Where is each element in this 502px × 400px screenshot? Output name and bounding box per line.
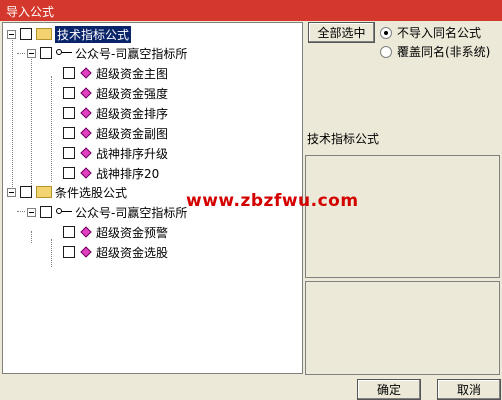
collapse-toggle[interactable]	[7, 29, 16, 39]
checkbox[interactable]	[63, 167, 75, 179]
tree-node-formula[interactable]: 战神排序升级	[63, 144, 168, 162]
tree-node-label: 条件选股公式	[55, 185, 128, 200]
checkbox[interactable]	[63, 107, 75, 119]
tree-line	[51, 76, 52, 182]
tree-line	[12, 37, 13, 195]
tree-node-formula[interactable]: 超级资金排序	[63, 104, 168, 122]
checkbox[interactable]	[63, 226, 75, 238]
formula-icon	[80, 127, 92, 139]
checkbox[interactable]	[20, 28, 32, 40]
select-all-button[interactable]: 全部选中	[308, 22, 375, 43]
radio-no-import[interactable]: 不导入同名公式	[380, 24, 481, 41]
tree-line	[17, 211, 25, 212]
tree-node-group[interactable]: 公众号-司赢空指标所	[27, 203, 187, 221]
watermark-text: www.zbzfwu.com	[186, 191, 359, 211]
tree-node-label: 超级资金排序	[96, 106, 169, 121]
radio-dot[interactable]	[380, 45, 392, 58]
tree-node-formula[interactable]: 超级资金强度	[63, 84, 168, 102]
tree-line	[51, 239, 52, 267]
tree-node-label: 超级资金强度	[96, 86, 169, 101]
tree-node-label: 公众号-司赢空指标所	[75, 46, 188, 61]
tree-node-formula[interactable]: 超级资金预警	[63, 223, 168, 241]
checkbox[interactable]	[40, 206, 52, 218]
key-icon	[56, 206, 72, 218]
key-icon	[56, 47, 72, 59]
formula-icon	[80, 246, 92, 258]
tree-node-condition[interactable]: 条件选股公式	[7, 183, 127, 201]
formula-icon	[80, 167, 92, 179]
tree-node-formula[interactable]: 超级资金选股	[63, 243, 168, 261]
radio-dot[interactable]	[380, 26, 392, 39]
collapse-toggle[interactable]	[27, 207, 36, 217]
info-label: 技术指标公式	[307, 132, 380, 146]
tree-line	[31, 56, 32, 186]
tree-node-label: 技术指标公式	[55, 25, 132, 43]
title-bar: 导入公式	[0, 0, 502, 21]
tree-node-label: 战神排序20	[96, 166, 160, 181]
checkbox[interactable]	[40, 47, 52, 59]
tree-node-label: 超级资金选股	[96, 245, 169, 260]
collapse-toggle[interactable]	[27, 48, 36, 58]
checkbox[interactable]	[20, 186, 32, 198]
tree-line	[17, 53, 25, 54]
ok-button[interactable]: 确定	[357, 379, 421, 400]
tree-node-formula[interactable]: 战神排序20	[63, 164, 159, 182]
tree-node-formula[interactable]: 超级资金主图	[63, 64, 168, 82]
tree-line	[31, 231, 32, 243]
formula-icon	[80, 107, 92, 119]
description-panel	[305, 155, 500, 278]
formula-icon	[80, 87, 92, 99]
tree-node-formula[interactable]: 超级资金副图	[63, 124, 168, 142]
checkbox[interactable]	[63, 246, 75, 258]
formula-icon	[80, 67, 92, 79]
tree-node-label: 公众号-司赢空指标所	[75, 205, 188, 220]
checkbox[interactable]	[63, 147, 75, 159]
radio-label: 不导入同名公式	[397, 26, 482, 40]
cancel-button[interactable]: 取消	[437, 379, 501, 400]
tree-node-technical[interactable]: 技术指标公式	[7, 25, 132, 43]
radio-label: 覆盖同名(非系统)	[397, 45, 491, 59]
tree-node-label: 超级资金主图	[96, 66, 169, 81]
formula-icon	[80, 147, 92, 159]
checkbox[interactable]	[63, 87, 75, 99]
tree-node-label: 战神排序升级	[96, 146, 169, 161]
checkbox[interactable]	[63, 67, 75, 79]
tree-node-label: 超级资金预警	[96, 225, 169, 240]
folder-icon	[36, 28, 52, 40]
collapse-toggle[interactable]	[7, 187, 16, 197]
folder-icon	[36, 186, 52, 198]
tree-node-group[interactable]: 公众号-司赢空指标所	[27, 44, 187, 62]
checkbox[interactable]	[63, 127, 75, 139]
formula-icon	[80, 226, 92, 238]
radio-overwrite[interactable]: 覆盖同名(非系统)	[380, 43, 490, 60]
tree-node-label: 超级资金副图	[96, 126, 169, 141]
detail-panel	[305, 281, 500, 375]
window-title: 导入公式	[6, 5, 55, 19]
